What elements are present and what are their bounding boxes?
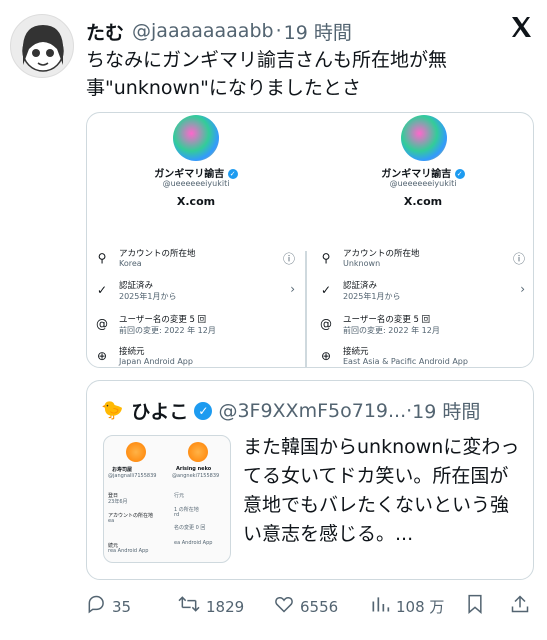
bookmark-icon xyxy=(466,594,484,619)
attached-image[interactable]: ガンギマリ諭吉 ✓ @ueeeeeeiyukiti X.com ⚲ アカウントの… xyxy=(86,112,534,368)
quote-thumbnail[interactable]: お寿司屋 @jangnalli7155839 Arising neko @ang… xyxy=(103,435,231,563)
profile-domain: X.com xyxy=(176,195,216,208)
share-button[interactable] xyxy=(510,594,536,619)
thumb-text: アカウントの所在地 xyxy=(108,513,154,519)
retweet-icon xyxy=(178,594,200,619)
like-button[interactable]: 6556 xyxy=(274,594,338,619)
quote-time[interactable]: 19 時間 xyxy=(412,397,480,424)
row-value: Japan Android App xyxy=(119,357,193,366)
profile-panel-right: ガンギマリ諭吉 ✓ @ueeeeeeiyukiti X.com ⚲ アカウントの… xyxy=(311,113,533,367)
profile-avatar xyxy=(401,115,447,161)
row-label: 接続元 xyxy=(343,347,369,357)
thumb-avatar-left xyxy=(126,442,146,462)
row-label: アカウントの所在地 xyxy=(119,249,196,259)
at-icon: @ xyxy=(96,317,108,331)
thumb-name-left: お寿司屋 xyxy=(112,467,133,473)
thumb-handle-left: @jangnalli7155839 xyxy=(108,473,157,479)
verified-check-icon: ✓ xyxy=(96,283,108,297)
author-name[interactable]: たむ xyxy=(86,18,124,45)
row-label: 認証済み xyxy=(119,281,154,291)
tweet-actions: 35 1829 6556 108 万 xyxy=(86,590,534,620)
reply-count: 35 xyxy=(112,597,132,616)
reply-icon xyxy=(86,594,106,619)
row-value: Korea xyxy=(119,259,142,268)
chevron-right-icon: › xyxy=(290,282,295,296)
globe-icon: ⊕ xyxy=(96,349,108,363)
at-icon: @ xyxy=(320,317,332,331)
share-icon xyxy=(510,594,530,619)
image-divider xyxy=(305,251,307,367)
row-value: 2025年1月から xyxy=(119,292,177,301)
row-value: 前回の変更: 2022 年 12月 xyxy=(119,326,216,335)
quote-header: 🐤 ひよこ ✓ @3F9XXmF5o719... · 19 時間 xyxy=(101,397,480,424)
quote-author-handle[interactable]: @3F9XXmF5o719... xyxy=(218,400,406,422)
tweet-time[interactable]: 19 時間 xyxy=(284,18,352,45)
verified-badge-icon: ✓ xyxy=(454,169,465,179)
location-pin-icon: ⚲ xyxy=(321,251,331,265)
separator-dot: · xyxy=(275,20,282,42)
chevron-right-icon: › xyxy=(520,282,525,296)
profile-name: ガンギマリ諭吉 ✓ xyxy=(311,165,533,180)
profile-panel-left: ガンギマリ諭吉 ✓ @ueeeeeeiyukiti X.com ⚲ アカウントの… xyxy=(87,113,305,367)
views-button[interactable]: 108 万 xyxy=(370,594,444,619)
verified-badge-icon: ✓ xyxy=(227,169,238,179)
location-pin-icon: ⚲ xyxy=(97,251,107,265)
info-row-connection: ⊕ 接続元 Japan Android App xyxy=(95,345,295,367)
quote-author-name[interactable]: ひよこ xyxy=(131,397,188,424)
thumb-name-right: Arising neko xyxy=(176,466,212,472)
info-row-verified: ✓ 認証済み 2025年1月から › xyxy=(319,279,525,309)
heart-icon xyxy=(274,594,294,619)
bookmark-button[interactable] xyxy=(466,594,490,619)
row-value: 2025年1月から xyxy=(343,292,401,301)
info-row-username: @ ユーザー名の変更 5 回 前回の変更: 2022 年 12月 xyxy=(319,313,525,343)
row-value: East Asia & Pacific Android App xyxy=(343,357,468,366)
verified-badge-icon: ✓ xyxy=(194,401,213,420)
row-label: 認証済み xyxy=(343,281,378,291)
retweet-count: 1829 xyxy=(206,597,245,616)
row-label: 接続元 xyxy=(119,347,145,357)
thumb-text: ea xyxy=(108,518,115,524)
thumb-text: 23年6月 xyxy=(108,499,128,505)
row-label: ユーザー名の変更 5 回 xyxy=(343,315,431,325)
info-row-location: ⚲ アカウントの所在地 Korea ⓘ xyxy=(95,247,295,277)
author-handle[interactable]: @jaaaaaaaabb xyxy=(132,20,274,42)
thumb-handle-right: @angneki7155839 xyxy=(172,473,220,479)
profile-avatar xyxy=(173,115,219,161)
tweet-text: ちなみにガンギマリ諭吉さんも所在地が無事"unknown"になりましたとさ xyxy=(86,49,448,99)
globe-icon: ⊕ xyxy=(320,349,332,363)
info-row-connection: ⊕ 接続元 East Asia & Pacific Android App xyxy=(319,345,525,367)
verified-check-icon: ✓ xyxy=(320,283,332,297)
like-count: 6556 xyxy=(300,597,339,616)
row-label: アカウントの所在地 xyxy=(343,249,420,259)
chick-avatar-icon[interactable]: 🐤 xyxy=(101,400,123,421)
row-label: ユーザー名の変更 5 回 xyxy=(119,315,207,325)
row-value: Unknown xyxy=(343,259,381,268)
reply-button[interactable]: 35 xyxy=(86,594,131,619)
info-icon: ⓘ xyxy=(282,252,295,266)
retweet-button[interactable]: 1829 xyxy=(178,594,244,619)
info-icon: ⓘ xyxy=(512,252,525,266)
info-row-username: @ ユーザー名の変更 5 回 前回の変更: 2022 年 12月 xyxy=(95,313,295,343)
info-row-verified: ✓ 認証済み 2025年1月から › xyxy=(95,279,295,309)
tweet-header: たむ @jaaaaaaaabb · 19 時間 xyxy=(86,16,533,46)
quote-text: また韓国からunknownに変わってる女いてドカ笑い。所在国が意地でもバレたくな… xyxy=(243,436,520,545)
analytics-bar-icon xyxy=(370,594,390,619)
profile-domain: X.com xyxy=(403,195,443,208)
thumb-text: 行元 xyxy=(174,493,185,499)
thumb-text: 名の変更 0 回 xyxy=(174,525,206,531)
profile-handle: @ueeeeeeiyukiti xyxy=(162,179,230,188)
view-count: 108 万 xyxy=(396,598,445,616)
quoted-tweet[interactable]: 🐤 ひよこ ✓ @3F9XXmF5o719... · 19 時間 お寿司屋 @j… xyxy=(86,380,534,580)
row-value: 前回の変更: 2022 年 12月 xyxy=(343,326,440,335)
thumb-text: ea Android App xyxy=(174,540,213,546)
info-row-location: ⚲ アカウントの所在地 Unknown ⓘ xyxy=(319,247,525,277)
author-avatar[interactable] xyxy=(10,14,74,78)
thumb-avatar-right xyxy=(188,442,208,462)
thumb-text: rd xyxy=(174,512,180,518)
x-logo-icon[interactable] xyxy=(509,15,533,39)
profile-name: ガンギマリ諭吉 ✓ xyxy=(87,165,305,180)
thumb-text: rea Android App xyxy=(108,548,149,554)
profile-handle: @ueeeeeeiyukiti xyxy=(389,179,457,188)
